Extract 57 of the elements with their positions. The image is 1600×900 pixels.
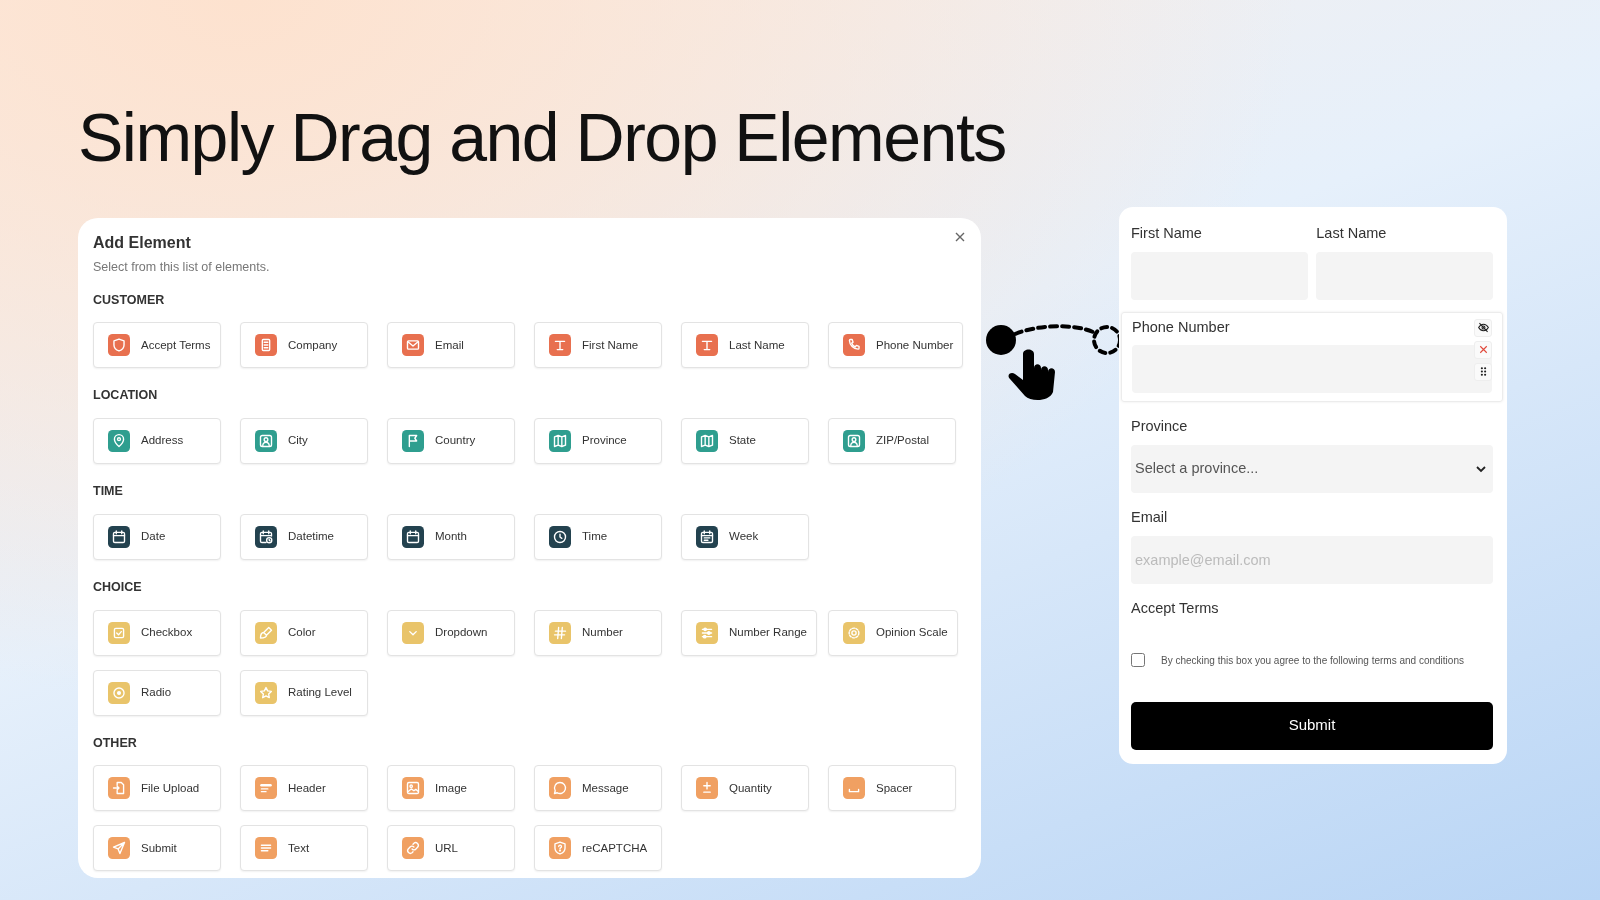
element-tile[interactable]: Time: [534, 513, 662, 560]
field-label: Accept Terms: [1131, 598, 1219, 618]
element-tile[interactable]: reCAPTCHA: [534, 825, 662, 872]
terms-text: By checking this box you agree to the following terms and conditions: [1161, 653, 1464, 668]
element-tile[interactable]: Opinion Scale: [828, 609, 958, 656]
element-tile[interactable]: Company: [240, 322, 368, 369]
headline: Simply Drag and Drop Elements: [78, 100, 1007, 175]
element-tile[interactable]: Last Name: [681, 322, 809, 369]
element-tile[interactable]: Spacer: [828, 765, 956, 812]
panel-subtitle: Select from this list of elements.: [93, 258, 271, 276]
section-heading: TIME: [93, 483, 124, 501]
element-tile[interactable]: Number Range: [681, 609, 817, 656]
element-tile[interactable]: State: [681, 418, 809, 465]
element-tile[interactable]: First Name: [534, 322, 662, 369]
submit-button[interactable]: Submit: [1131, 701, 1493, 750]
hide-icon[interactable]: [1474, 318, 1492, 337]
email-field[interactable]: example@email.com: [1131, 535, 1493, 584]
element-tile[interactable]: Datetime: [240, 513, 368, 560]
element-tile[interactable]: Address: [93, 418, 221, 465]
element-tile[interactable]: Submit: [93, 825, 221, 872]
element-tile[interactable]: Text: [240, 825, 368, 872]
element-tile[interactable]: Image: [387, 765, 515, 812]
text-field[interactable]: [1132, 345, 1492, 394]
element-tile[interactable]: Radio: [93, 669, 221, 716]
section-heading: CHOICE: [93, 578, 143, 596]
element-tile[interactable]: Date: [93, 513, 221, 560]
element-tile[interactable]: Phone Number: [828, 322, 964, 369]
element-tile[interactable]: Country: [387, 418, 515, 465]
panel-title: Add Element: [93, 232, 192, 253]
element-tile[interactable]: URL: [387, 825, 515, 872]
element-tile[interactable]: City: [240, 418, 368, 465]
element-tile[interactable]: Accept Terms: [93, 322, 221, 369]
element-tile[interactable]: ZIP/Postal: [828, 418, 956, 465]
field-label: Province: [1131, 417, 1188, 437]
element-tile[interactable]: Dropdown: [387, 609, 515, 656]
section-heading: LOCATION: [93, 387, 159, 405]
terms-checkbox[interactable]: [1131, 653, 1145, 668]
element-tile[interactable]: Header: [240, 765, 368, 812]
section-heading: CUSTOMER: [93, 291, 166, 309]
section-heading: OTHER: [93, 734, 138, 752]
element-tile[interactable]: File Upload: [93, 765, 221, 812]
element-tile[interactable]: Rating Level: [240, 669, 368, 716]
element-tile[interactable]: Message: [534, 765, 662, 812]
field-label: Email: [1131, 508, 1168, 528]
element-tile[interactable]: Color: [240, 609, 368, 656]
province-select[interactable]: Select a province...: [1131, 445, 1493, 494]
element-tile[interactable]: Number: [534, 609, 662, 656]
element-tile[interactable]: Checkbox: [93, 609, 221, 656]
element-tile[interactable]: Email: [387, 322, 515, 369]
close-icon[interactable]: [1474, 340, 1492, 359]
element-tile[interactable]: Province: [534, 418, 662, 465]
field-label: Phone Number: [1132, 317, 1230, 337]
field-label: First Name: [1131, 223, 1202, 243]
element-tile[interactable]: Week: [681, 513, 809, 560]
element-tile[interactable]: Quantity: [681, 765, 809, 812]
element-tile[interactable]: Month: [387, 513, 515, 560]
field-label: Last Name: [1316, 223, 1387, 243]
